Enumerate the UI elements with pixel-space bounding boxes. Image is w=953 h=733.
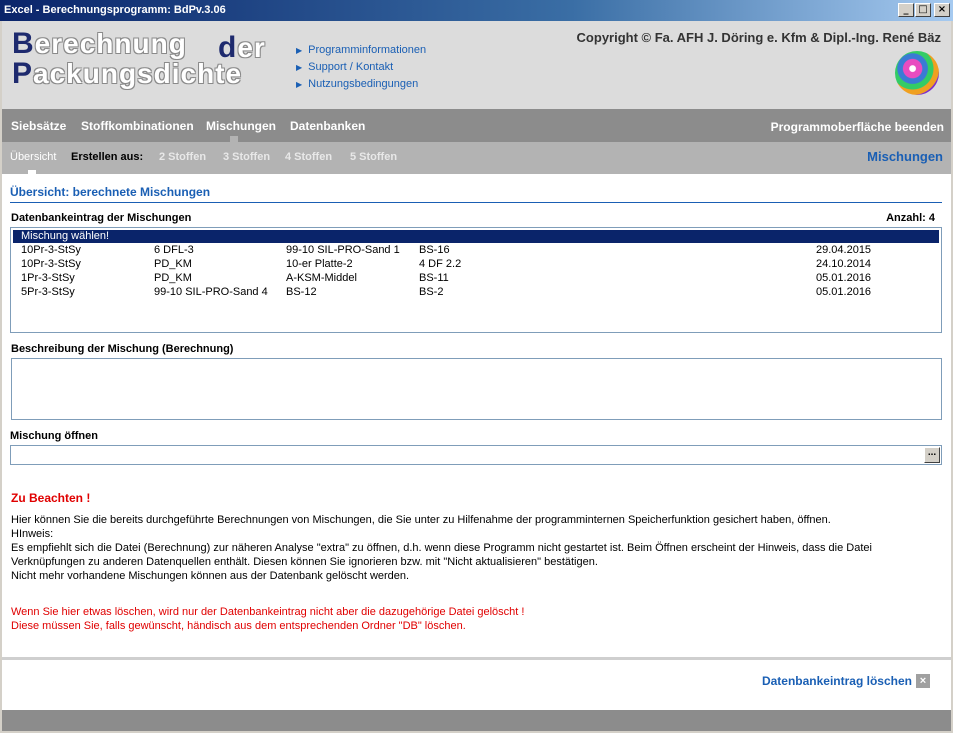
open-mixture-label: Mischung öffnen (10, 430, 98, 442)
window-controls: _ □ × (898, 3, 950, 17)
window-titlebar: Excel - Berechnungsprogramm: BdPv.3.06 _… (0, 0, 953, 21)
list-item[interactable]: 5Pr-3-StSy 99-10 SIL-PRO-Sand 4 BS-12 BS… (13, 285, 939, 299)
list-item[interactable]: 10Pr-3-StSy 6 DFL-3 99-10 SIL-PRO-Sand 1… (13, 243, 939, 257)
tab-4-stoffen[interactable]: 4 Stoffen (285, 151, 332, 163)
description-field[interactable] (11, 358, 942, 420)
window-title: Excel - Berechnungsprogramm: BdPv.3.06 (4, 4, 226, 16)
db-entry-label: Datenbankeintrag der Mischungen (11, 212, 192, 224)
nav-siebsaetze[interactable]: Siebsätze (11, 119, 66, 133)
tab-5-stoffen[interactable]: 5 Stoffen (350, 151, 397, 163)
list-item[interactable]: 10Pr-3-StSy PD_KM 10-er Platte-2 4 DF 2.… (13, 257, 939, 271)
description-label: Beschreibung der Mischung (Berechnung) (11, 343, 234, 355)
header-links: ▶ Programminformationen ▶ Support / Kontak… (296, 42, 426, 93)
note-line: Es empfiehlt sich die Datei (Berechnung)… (11, 542, 872, 554)
warning-line: Diese müssen Sie, falls gewünscht, händi… (11, 620, 466, 632)
app-frame: Berechnung der Packungsdichte ▶ Programmi… (2, 21, 951, 731)
close-button[interactable]: × (934, 3, 950, 17)
count-label: Anzahl: 4 (886, 212, 935, 224)
note-line: Hier können Sie die bereits durchgeführt… (11, 514, 831, 526)
create-from-label: Erstellen aus: (71, 151, 144, 163)
app-header: Berechnung der Packungsdichte ▶ Programmi… (2, 21, 951, 109)
link-support[interactable]: ▶ Support / Kontakt (296, 59, 426, 76)
minimize-button[interactable]: _ (898, 3, 914, 17)
delete-warning: Wenn Sie hier etwas löschen, wird nur de… (11, 605, 524, 633)
page-title: Übersicht: berechnete Mischungen (10, 185, 211, 199)
delete-icon[interactable]: × (916, 674, 930, 688)
sub-nav: Übersicht Erstellen aus: 2 Stoffen 3 Sto… (2, 142, 951, 174)
list-header-row[interactable]: Mischung wählen! (13, 230, 939, 243)
mixture-listbox[interactable]: Mischung wählen! 10Pr-3-StSy 6 DFL-3 99-… (10, 227, 942, 333)
bottom-divider (2, 657, 951, 660)
list-item[interactable]: 1Pr-3-StSy PD_KM A-KSM-Middel BS-11 05.0… (13, 271, 939, 285)
title-divider (10, 202, 942, 203)
nav-datenbanken[interactable]: Datenbanken (290, 119, 365, 133)
nav-stoffkombinationen[interactable]: Stoffkombinationen (81, 119, 194, 133)
brand-orb-icon (895, 51, 939, 95)
footer-bar (2, 710, 951, 731)
info-notes: Hier können Sie die bereits durchgeführt… (11, 513, 941, 583)
note-line: Verknüpfungen zu anderen Datenquellen en… (11, 556, 598, 568)
app-logo: Berechnung der Packungsdichte (12, 27, 266, 90)
section-title: Mischungen (867, 149, 943, 164)
tab-3-stoffen[interactable]: 3 Stoffen (223, 151, 270, 163)
note-line: HInweis: (11, 528, 54, 540)
copyright-text: Copyright © Fa. AFH J. Döring e. Kfm & D… (576, 30, 941, 45)
link-program-info[interactable]: ▶ Programminformationen (296, 42, 426, 59)
note-line: Nicht mehr vorhandene Mischungen können … (11, 570, 410, 582)
tab-overview[interactable]: Übersicht (10, 151, 56, 163)
open-mixture-field[interactable]: ... (10, 445, 942, 465)
nav-mischungen[interactable]: Mischungen (206, 119, 276, 133)
tab-2-stoffen[interactable]: 2 Stoffen (159, 151, 206, 163)
maximize-button[interactable]: □ (915, 3, 931, 17)
quit-program-button[interactable]: Programmoberfläche beenden (771, 120, 944, 134)
delete-entry-button[interactable]: Datenbankeintrag löschen × (762, 674, 930, 688)
warning-line: Wenn Sie hier etwas löschen, wird nur de… (11, 606, 525, 618)
active-subnav-indicator (28, 170, 36, 174)
delete-entry-label[interactable]: Datenbankeintrag löschen (762, 674, 912, 688)
browse-button[interactable]: ... (924, 447, 940, 463)
main-nav: Siebsätze Stoffkombinationen Mischungen … (2, 109, 951, 142)
warning-heading: Zu Beachten ! (11, 491, 91, 505)
link-terms[interactable]: ▶ Nutzungsbedingungen (296, 76, 426, 93)
